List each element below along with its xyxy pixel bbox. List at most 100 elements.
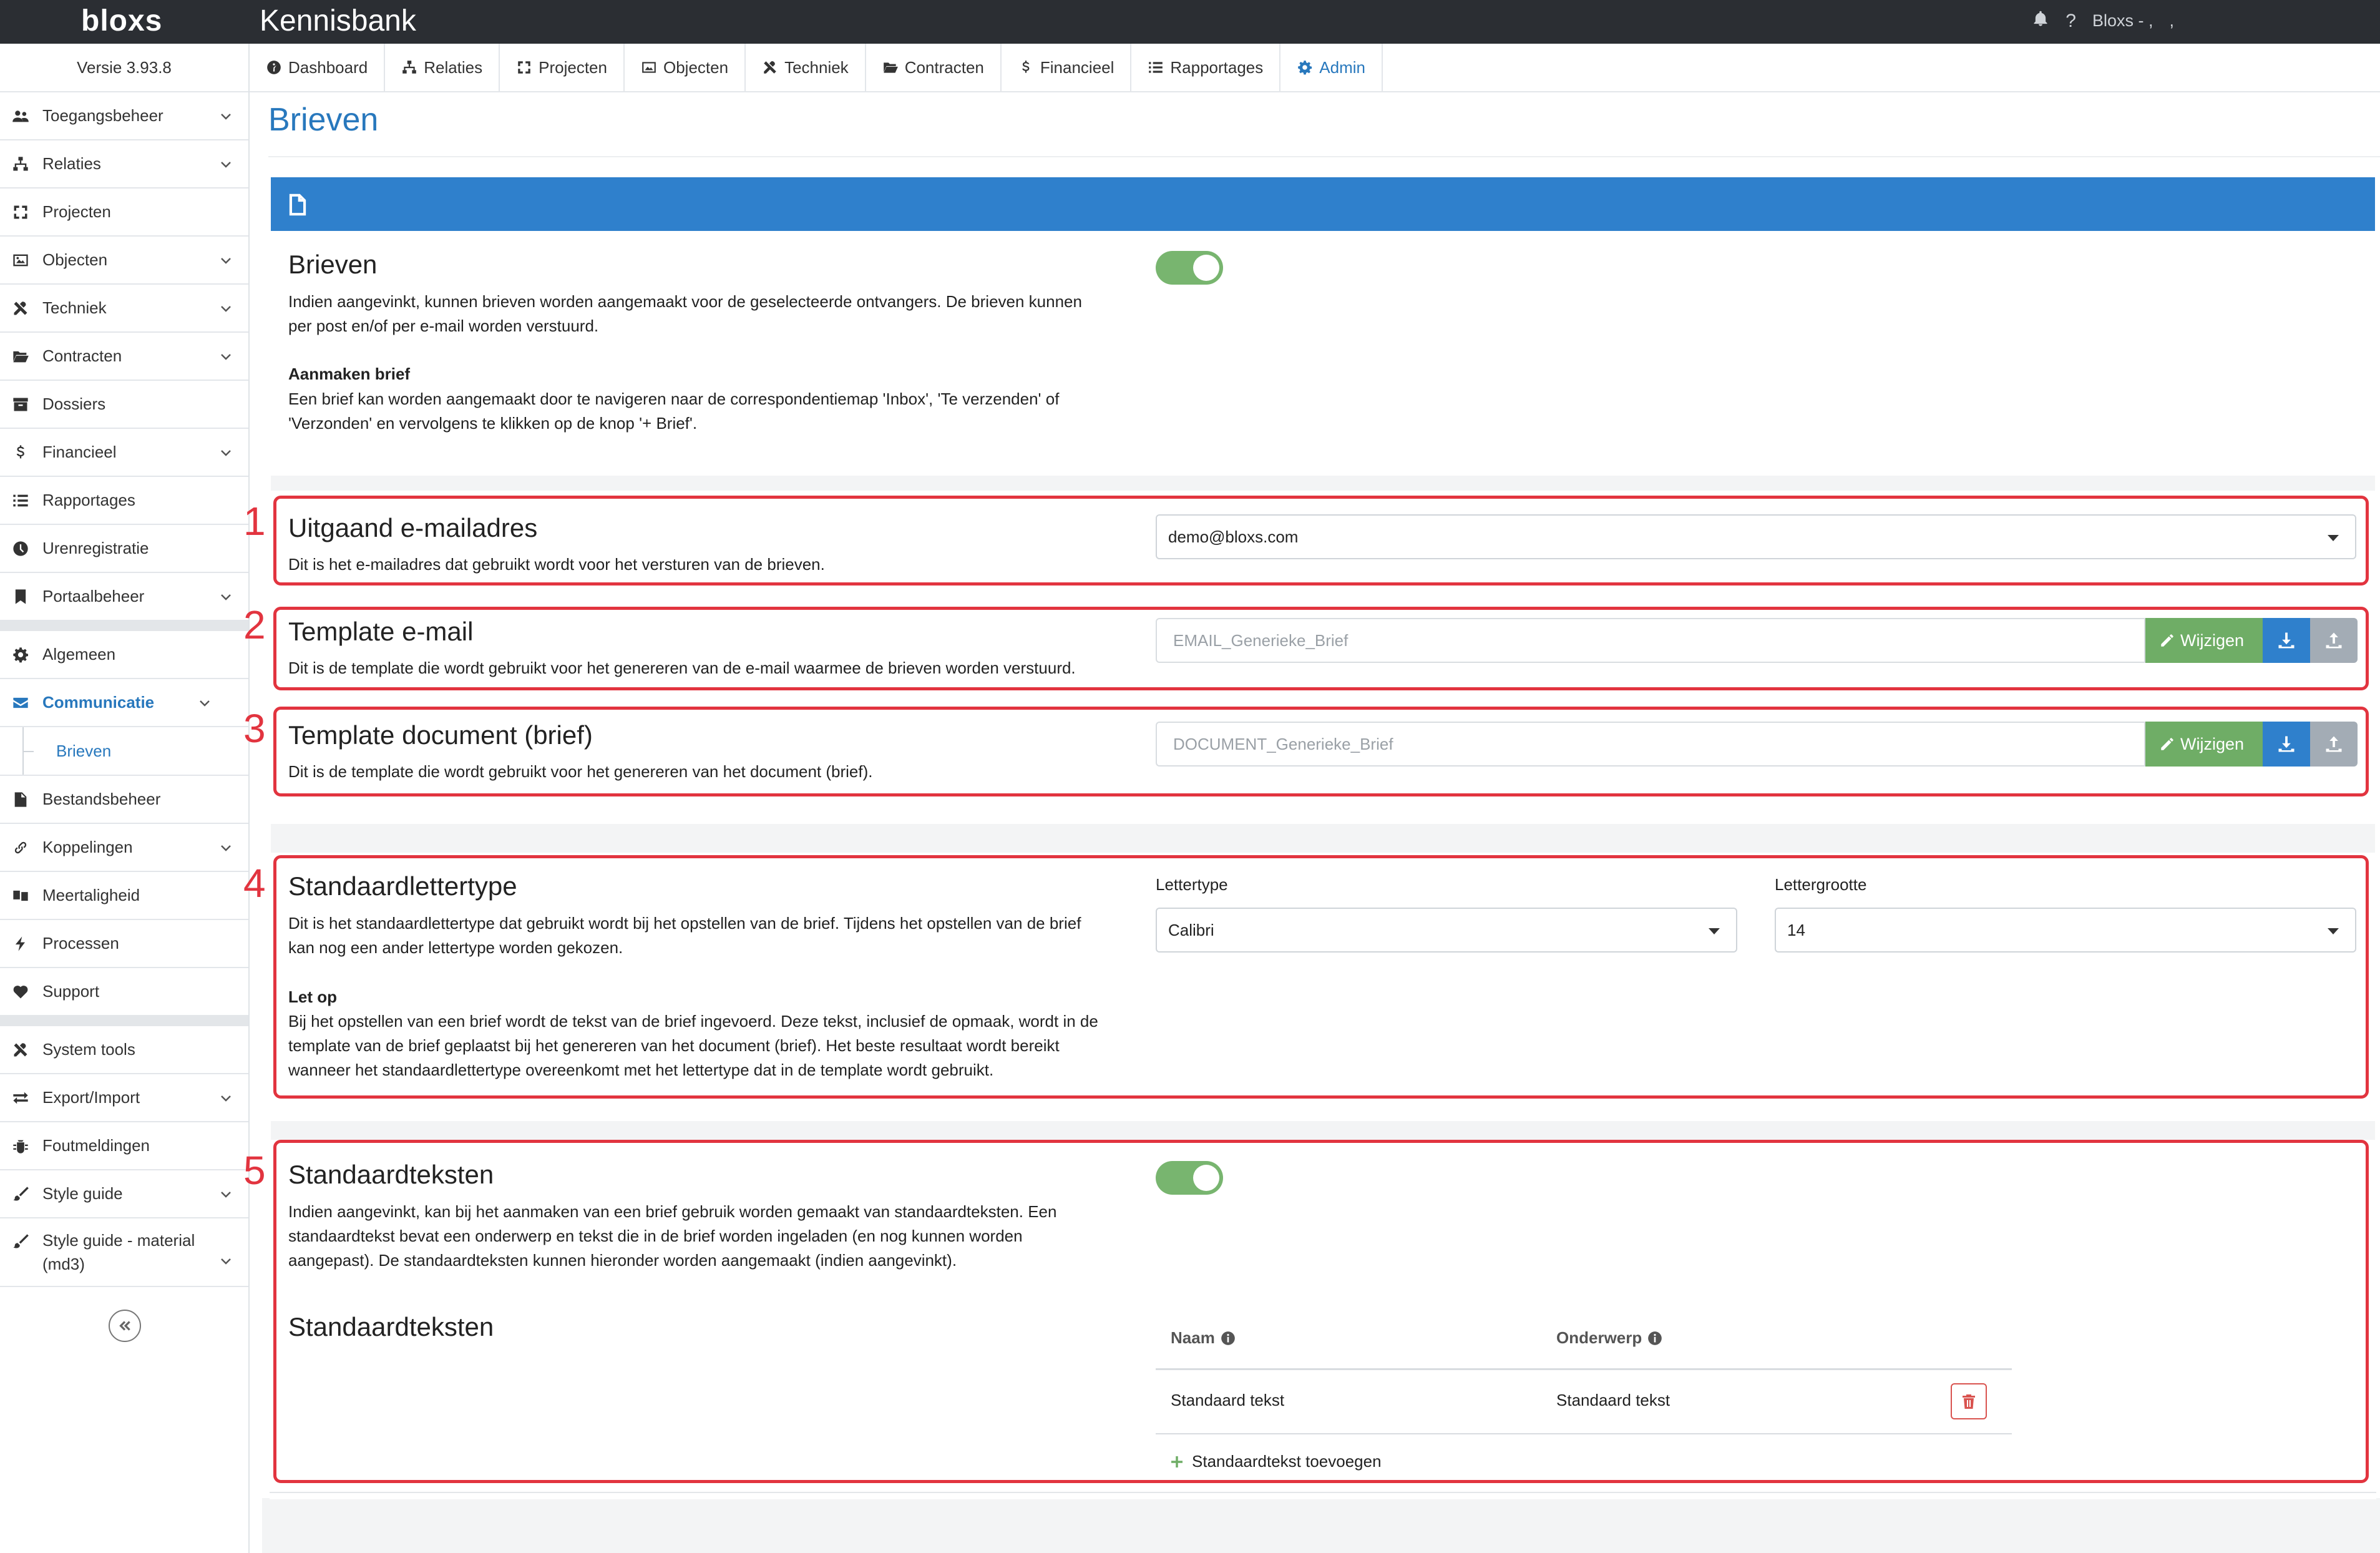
tab-techniek[interactable]: Techniek	[746, 44, 866, 91]
bell-icon[interactable]	[2032, 10, 2049, 32]
sidebar-item-urenregistratie[interactable]: Urenregistratie	[0, 525, 248, 573]
sidebar-item-support[interactable]: Support	[0, 968, 248, 1016]
section-description: Indien aangevinkt, kan bij het aanmaken …	[288, 1202, 1057, 1221]
section-description: Dit is de template die wordt gebruikt vo…	[288, 659, 1076, 677]
template-document-field[interactable]: DOCUMENT_Generieke_Brief	[1156, 722, 2145, 767]
download-template-email-button[interactable]	[2263, 618, 2310, 663]
tools-icon	[11, 1041, 30, 1059]
sidebar-item-style-guide[interactable]: Style guide	[0, 1170, 248, 1218]
add-label: Standaardtekst toevoegen	[1192, 1452, 1382, 1471]
upload-template-email-button[interactable]	[2310, 618, 2358, 663]
chevron-down-icon	[218, 445, 233, 460]
caret-down-icon	[1709, 928, 1720, 934]
sidebar-item-label: Foutmeldingen	[42, 1136, 150, 1155]
sidebar-item-algemeen[interactable]: Algemeen	[0, 631, 248, 679]
list-icon	[1149, 62, 1163, 73]
sidebar-item-objecten[interactable]: Objecten	[0, 237, 248, 285]
double-chevron-left-icon	[119, 1321, 130, 1331]
help-icon[interactable]: ?	[2065, 11, 2076, 32]
sidebar-item-label: Brieven	[56, 741, 112, 760]
delete-row-button[interactable]	[1951, 1383, 1987, 1419]
sidebar-item-label: Export/Import	[42, 1088, 140, 1107]
sidebar-item-dossiers[interactable]: Dossiers	[0, 381, 248, 429]
sidebar-item-relaties[interactable]: Relaties	[0, 140, 248, 189]
template-email-field[interactable]: EMAIL_Generieke_Brief	[1156, 618, 2145, 663]
folder-open-icon	[11, 347, 30, 366]
tab-financieel[interactable]: Financieel	[1002, 44, 1132, 91]
sidebar-item-style-guide-material[interactable]: Style guide - material (md3)	[0, 1218, 248, 1287]
tools-icon	[764, 61, 776, 74]
section-separator	[271, 476, 2375, 491]
tab-contracten[interactable]: Contracten	[866, 44, 1002, 91]
email-select[interactable]: demo@bloxs.com	[1156, 514, 2356, 559]
tab-relaties[interactable]: Relaties	[385, 44, 500, 91]
top-bar: bloxs Kennisbank ? Bloxs - , ,	[0, 0, 2380, 44]
sidebar-item-toegangsbeheer[interactable]: Toegangsbeheer	[0, 92, 248, 140]
app-title: Kennisbank	[260, 4, 416, 37]
sidebar-item-projecten[interactable]: Projecten	[0, 189, 248, 237]
font-size-select[interactable]: 14	[1775, 908, 2356, 953]
tab-dashboard[interactable]: Dashboard	[250, 44, 386, 91]
section-description: Indien aangevinkt, kunnen brieven worden…	[288, 292, 1082, 311]
note-text: wanneer het standaardlettertype overeenk…	[288, 1061, 994, 1079]
brush-icon	[11, 1232, 30, 1251]
section-description: aangepast). De standaardteksten kunnen h…	[288, 1251, 957, 1270]
sidebar-item-koppelingen[interactable]: Koppelingen	[0, 824, 248, 872]
upload-template-document-button[interactable]	[2310, 722, 2358, 767]
panel-bottom	[270, 1492, 2376, 1499]
tab-rapportages[interactable]: Rapportages	[1131, 44, 1281, 91]
info-icon[interactable]	[1220, 1330, 1236, 1346]
expand-icon	[518, 61, 530, 74]
dollar-icon	[11, 443, 30, 462]
download-template-document-button[interactable]	[2263, 722, 2310, 767]
note-text: Bij het opstellen van een brief wordt de…	[288, 1012, 1098, 1031]
clock-icon	[11, 539, 30, 558]
heart-icon	[11, 982, 30, 1001]
chevron-down-icon	[218, 1090, 233, 1105]
sidebar-item-techniek[interactable]: Techniek	[0, 285, 248, 333]
standard-texts-toggle[interactable]	[1156, 1161, 1223, 1195]
user-menu[interactable]: Bloxs - ,	[2092, 11, 2153, 31]
sidebar-item-communicatie[interactable]: Communicatie	[0, 679, 248, 727]
sidebar-item-foutmeldingen[interactable]: Foutmeldingen	[0, 1122, 248, 1170]
edit-template-email-button[interactable]: Wijzigen	[2145, 618, 2263, 663]
tab-projecten[interactable]: Projecten	[500, 44, 625, 91]
annotation-marker: 5	[243, 1148, 266, 1193]
sidebar-item-financieel[interactable]: Financieel	[0, 429, 248, 477]
tab-admin[interactable]: Admin	[1280, 44, 1383, 91]
sidebar-group-admin: Algemeen Communicatie Brieven Bestandsbe…	[0, 631, 248, 1016]
page-title: Brieven	[268, 102, 379, 138]
sidebar-item-rapportages[interactable]: Rapportages	[0, 477, 248, 525]
sidebar-item-meertaligheid[interactable]: Meertaligheid	[0, 872, 248, 920]
sidebar-item-export-import[interactable]: Export/Import	[0, 1074, 248, 1122]
plus-icon	[1171, 1456, 1183, 1467]
tab-label: Projecten	[539, 57, 607, 77]
tree-tick	[22, 751, 34, 752]
add-standard-text-button[interactable]: Standaardtekst toevoegen	[1169, 1452, 1382, 1471]
section-title: Template e-mail	[288, 617, 474, 646]
sidebar-item-contracten[interactable]: Contracten	[0, 333, 248, 381]
sidebar-item-system-tools[interactable]: System tools	[0, 1026, 248, 1074]
annotation-marker: 4	[243, 861, 266, 906]
chevron-down-icon	[218, 301, 233, 316]
sidebar-item-processen[interactable]: Processen	[0, 920, 248, 968]
sidebar-item-portaalbeheer[interactable]: Portaalbeheer	[0, 573, 248, 621]
tab-label: Rapportages	[1170, 57, 1264, 77]
info-icon[interactable]	[1647, 1330, 1663, 1346]
sitemap-icon	[402, 61, 417, 74]
field-label: Lettergrootte	[1775, 875, 1867, 894]
column-header-label: Naam	[1171, 1328, 1215, 1347]
collapse-sidebar-button[interactable]	[109, 1310, 141, 1342]
sidebar-subitem-brieven[interactable]: Brieven	[0, 727, 248, 776]
sidebar-item-label: Projecten	[42, 202, 111, 221]
tab-label: Objecten	[663, 57, 729, 77]
font-type-select[interactable]: Calibri	[1156, 908, 1737, 953]
gear-icon	[11, 645, 30, 664]
select-value: 14	[1787, 921, 1805, 939]
tab-objecten[interactable]: Objecten	[625, 44, 746, 91]
edit-template-document-button[interactable]: Wijzigen	[2145, 722, 2263, 767]
brieven-toggle[interactable]	[1156, 251, 1223, 285]
tab-label: Relaties	[424, 57, 483, 77]
sidebar-item-bestandsbeheer[interactable]: Bestandsbeheer	[0, 776, 248, 824]
logo[interactable]: bloxs	[81, 4, 162, 38]
